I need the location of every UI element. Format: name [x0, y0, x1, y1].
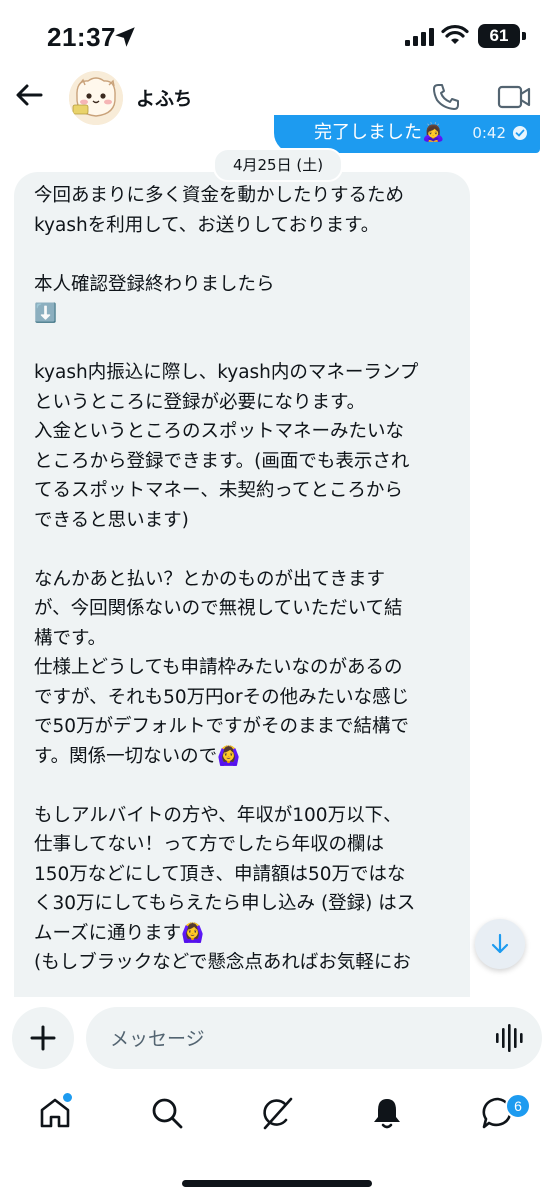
video-call-icon[interactable]	[497, 84, 531, 110]
back-arrow-icon[interactable]	[14, 80, 44, 110]
received-message-text: 今回あまりに多く資金を動かしたりするため kyashを利用して、お送りしておりま…	[34, 185, 419, 973]
status-bar: 21:37 61	[0, 0, 554, 70]
scroll-to-bottom-button[interactable]	[475, 919, 525, 969]
battery-indicator: 61	[478, 24, 526, 48]
phone-call-icon[interactable]	[431, 82, 461, 112]
location-arrow-icon	[115, 27, 135, 47]
sent-message-time: 0:42	[472, 124, 506, 142]
home-unread-dot	[62, 1092, 73, 1103]
contact-name[interactable]: よふち	[136, 84, 192, 111]
status-time: 21:37	[47, 22, 116, 52]
message-list[interactable]: 完了しました🙇‍♀️ 0:42 4月25日 (土) 今回あまりに多く資金を動かし…	[0, 115, 554, 997]
battery-level: 61	[478, 24, 520, 48]
date-divider: 4月25日 (土)	[213, 148, 343, 182]
cellular-signal-icon	[405, 28, 434, 46]
arrow-down-icon	[491, 933, 509, 954]
battery-nub	[522, 32, 526, 40]
message-input[interactable]	[108, 1007, 472, 1071]
messages-badge: 6	[505, 1093, 531, 1119]
voice-message-icon[interactable]	[494, 1023, 524, 1053]
grok-icon[interactable]	[259, 1095, 295, 1131]
home-indicator	[182, 1180, 372, 1187]
message-composer	[0, 1007, 554, 1071]
attach-button[interactable]	[12, 1007, 74, 1069]
bottom-tab-bar	[0, 1085, 554, 1145]
wifi-icon	[441, 24, 469, 44]
sent-message-text: 完了しました🙇‍♀️	[314, 122, 445, 143]
plus-icon	[30, 1025, 56, 1051]
notifications-icon[interactable]	[369, 1095, 405, 1131]
search-icon[interactable]	[149, 1095, 185, 1131]
read-check-icon	[513, 126, 527, 140]
message-input-container	[86, 1007, 542, 1071]
